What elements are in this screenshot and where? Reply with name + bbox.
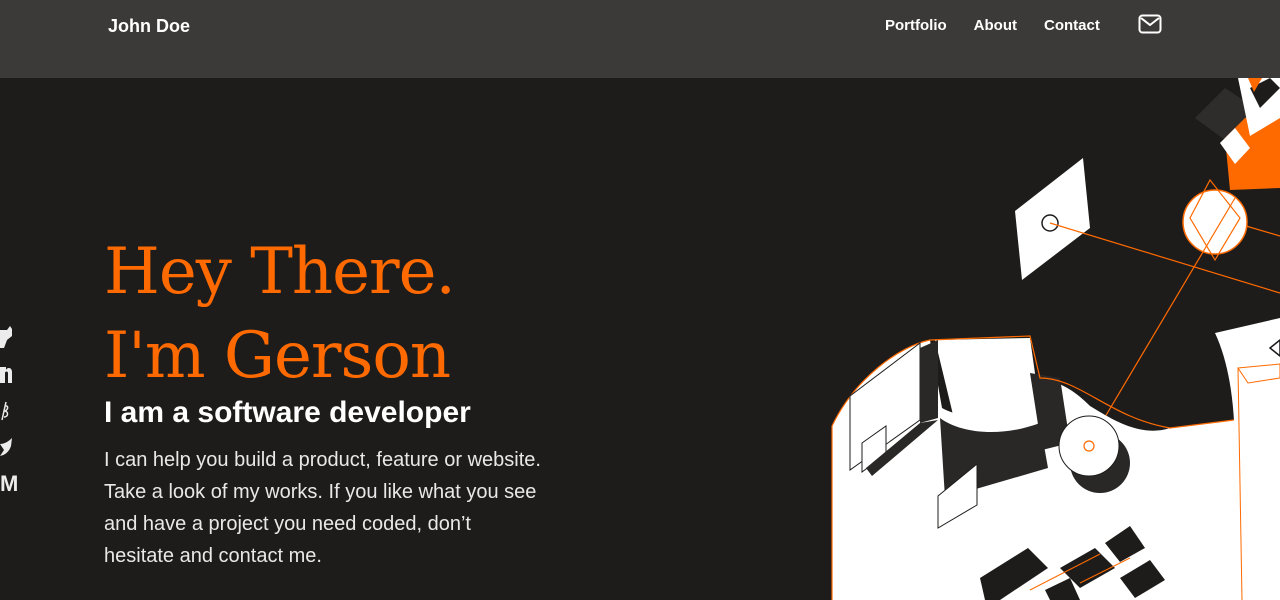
nav-link-about[interactable]: About — [974, 17, 1017, 34]
navbar: John Doe Portfolio About Contact — [0, 0, 1280, 78]
node-circle-bottom — [1058, 415, 1120, 477]
nav-link-contact[interactable]: Contact — [1044, 17, 1100, 34]
twitter-icon[interactable] — [0, 436, 12, 458]
greeting-line-2: I'm Gerson — [104, 319, 451, 393]
hero-illustration — [831, 78, 1280, 600]
github-icon[interactable] — [0, 326, 12, 348]
nav-links: Portfolio About Contact — [885, 17, 1100, 34]
hero-subtitle: I am a software developer — [104, 396, 471, 429]
mail-icon[interactable] — [1138, 14, 1162, 34]
greeting-line-1: Hey There. — [104, 235, 456, 309]
nav-link-portfolio[interactable]: Portfolio — [885, 17, 947, 34]
pixel-blocks — [1195, 78, 1280, 190]
hero-greeting: Hey There. I'm Gerson — [104, 230, 456, 398]
hero-description: I can help you build a product, feature … — [104, 449, 541, 567]
medium-icon[interactable]: M — [0, 472, 18, 496]
linkedin-icon[interactable] — [0, 363, 12, 385]
codepen-icon[interactable] — [0, 400, 12, 422]
brand-logo[interactable]: John Doe — [108, 16, 190, 37]
